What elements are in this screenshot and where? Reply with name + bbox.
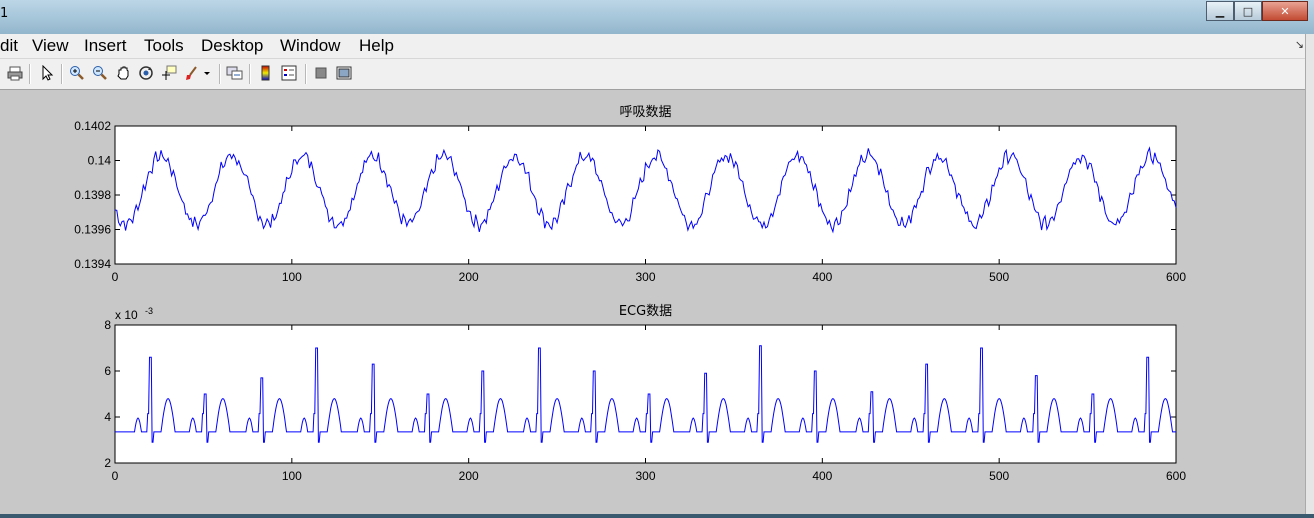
rotate-icon[interactable] (137, 64, 155, 82)
menubar-dock-icon[interactable]: ↘ (1295, 38, 1304, 51)
hide-plot-tools-icon[interactable] (312, 64, 330, 82)
close-icon: ✕ (1280, 4, 1290, 18)
window-bottom-border (0, 514, 1314, 518)
link-plot-icon[interactable] (226, 64, 244, 82)
toolbar-separator (219, 64, 221, 84)
menu-window[interactable]: Window (280, 36, 340, 56)
menu-insert[interactable]: Insert (84, 36, 127, 56)
toolbar-separator (305, 64, 307, 84)
maximize-icon: □ (1242, 4, 1254, 18)
x-tick-label: 100 (282, 469, 302, 483)
y-tick-label: 0.1394 (74, 257, 111, 271)
minimize-icon: ▁ (1215, 4, 1225, 18)
print-icon[interactable] (6, 64, 24, 82)
window-titlebar: 1 ▁ □ ✕ (0, 0, 1314, 34)
menu-tools[interactable]: Tools (144, 36, 184, 56)
figure-toolbar (0, 59, 1314, 90)
zoom-out-icon[interactable] (91, 64, 109, 82)
y-exponent-label: x 10 (115, 308, 138, 322)
legend-icon[interactable] (280, 64, 298, 82)
close-button[interactable]: ✕ (1262, 1, 1308, 21)
show-plot-tools-icon[interactable] (335, 64, 353, 82)
menu-desktop[interactable]: Desktop (201, 36, 263, 56)
chart-title: ECG数据 (619, 304, 672, 319)
y-tick-label: 6 (104, 364, 111, 378)
x-tick-label: 600 (1166, 270, 1186, 284)
pan-icon[interactable] (114, 64, 132, 82)
menu-help[interactable]: Help (359, 36, 394, 56)
y-tick-label: 4 (104, 410, 111, 424)
brush-icon[interactable] (183, 64, 201, 82)
x-tick-label: 400 (812, 270, 832, 284)
zoom-in-icon[interactable] (68, 64, 86, 82)
menu-view[interactable]: View (32, 36, 69, 56)
menu-bar: dit View Insert Tools Desktop Window Hel… (0, 34, 1314, 59)
y-tick-label: 0.1402 (74, 119, 111, 133)
window-right-border (1305, 34, 1314, 518)
x-tick-label: 600 (1166, 469, 1186, 483)
axes-1[interactable]: 呼吸数据 0 100 200 300 400 500 600 0.1394 0.1396 0.139… (74, 105, 1186, 284)
window-controls: ▁ □ ✕ (1206, 1, 1308, 21)
menu-edit[interactable]: dit (0, 36, 18, 56)
x-tick-label: 200 (459, 270, 479, 284)
x-tick-label: 300 (635, 469, 655, 483)
minimize-button[interactable]: ▁ (1206, 1, 1234, 21)
brush-dropdown-icon[interactable] (202, 64, 212, 82)
x-tick-label: 500 (989, 270, 1009, 284)
x-tick-label: 0 (112, 270, 119, 284)
toolbar-separator (29, 64, 31, 84)
colorbar-icon[interactable] (257, 64, 275, 82)
data-cursor-icon[interactable] (160, 64, 178, 82)
window-title: 1 (0, 6, 9, 21)
axes-2[interactable]: ECG数据 0 100 200 300 400 500 600 2 4 6 8 x 10 -3 (104, 304, 1186, 483)
x-tick-label: 100 (282, 270, 302, 284)
x-tick-label: 500 (989, 469, 1009, 483)
x-tick-label: 400 (812, 469, 832, 483)
plot-area[interactable] (114, 125, 1177, 265)
x-tick-label: 300 (635, 270, 655, 284)
chart-title: 呼吸数据 (619, 105, 671, 120)
x-tick-label: 200 (459, 469, 479, 483)
y-tick-label: 0.1396 (74, 223, 111, 237)
plot-area[interactable] (114, 324, 1177, 464)
y-tick-label: 0.1398 (74, 188, 111, 202)
y-exponent-power: -3 (145, 306, 153, 316)
y-tick-label: 0.14 (88, 154, 112, 168)
figure-canvas[interactable]: 呼吸数据 0 100 200 300 400 500 600 0.1394 0.1396 0.139… (0, 90, 1300, 514)
y-tick-label: 8 (104, 318, 111, 332)
pointer-icon[interactable] (38, 64, 56, 82)
x-tick-label: 0 (112, 469, 119, 483)
maximize-button[interactable]: □ (1234, 1, 1262, 21)
toolbar-separator (249, 64, 251, 84)
y-tick-label: 2 (104, 456, 111, 470)
toolbar-separator (61, 64, 63, 84)
